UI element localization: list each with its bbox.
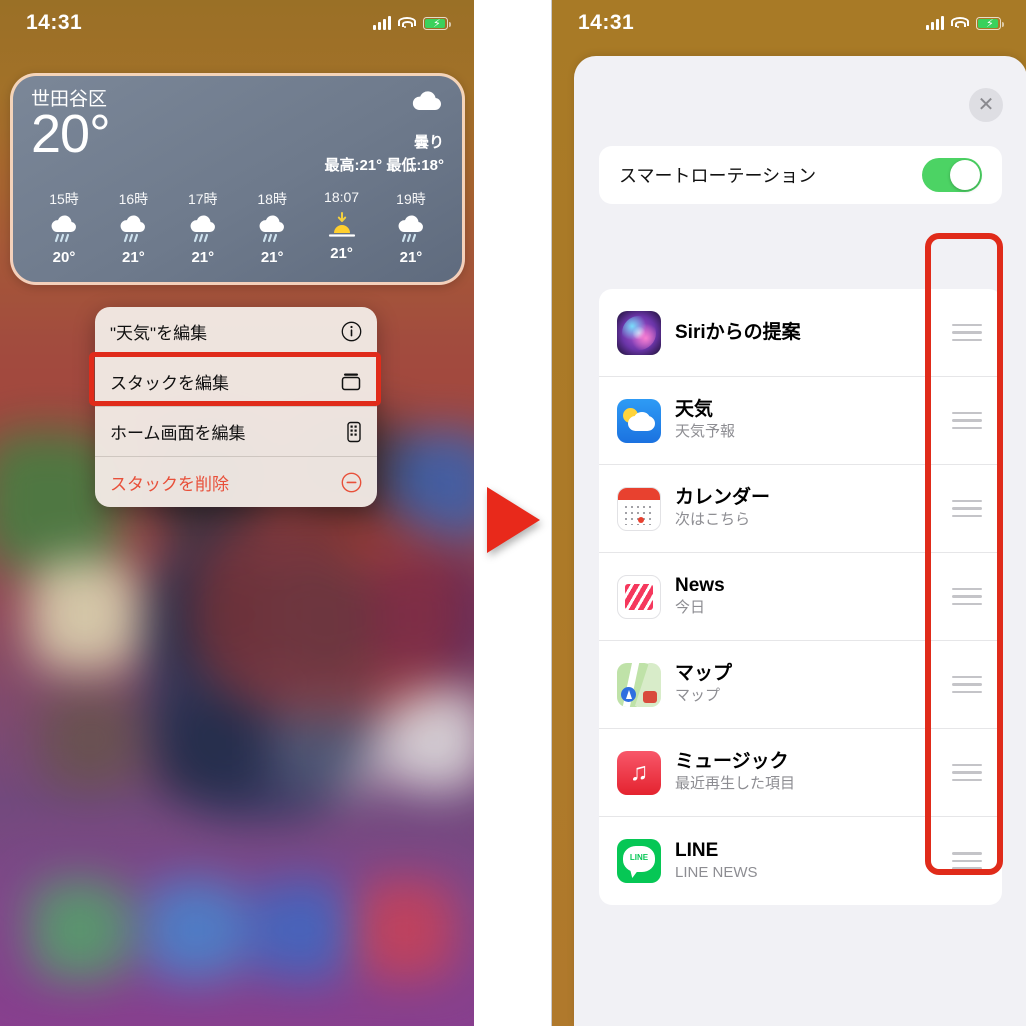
cloud-icon: [410, 90, 444, 117]
weather-hour-item: 15時 20°: [31, 189, 97, 266]
list-item-subtitle: LINE NEWS: [675, 863, 758, 881]
list-item-title: News: [675, 575, 725, 597]
weather-temperature: 20°: [31, 103, 111, 164]
weather-hour-item: 19時 21°: [378, 189, 444, 266]
minus-circle-icon: [336, 472, 362, 493]
highlight-box-edit-stack: [89, 352, 381, 406]
hour-temp: 21°: [191, 248, 215, 266]
line-app-icon: LINE: [617, 839, 661, 883]
hour-temp: 21°: [260, 248, 284, 266]
cellular-bars-icon: [373, 16, 391, 30]
list-item-title: Siriからの提案: [675, 321, 801, 343]
cellular-bars-icon: [926, 16, 944, 30]
hour-label: 17時: [187, 190, 218, 207]
weather-widget-container[interactable]: 世田谷区 20° 曇り 最高:21° 最低:18° 15時 20° 16時 21…: [10, 73, 465, 285]
hour-label: 15時: [49, 190, 79, 207]
wifi-icon: [951, 16, 969, 30]
weather-hourly-list: 15時 20° 16時 21° 17時 21° 18時 21° 18:07 21…: [31, 189, 444, 266]
list-item-text: Siriからの提案: [675, 322, 944, 344]
weather-hour-item: 16時 21°: [100, 189, 166, 266]
phone-edit-icon: [336, 421, 362, 443]
weather-hour-item: 18時 21°: [239, 189, 305, 266]
screenshot-stage: 14:31 ⚡ 世田谷区 20° 曇り 最高:21° 最低:18° 15時 20…: [0, 0, 1026, 1026]
smart-rotation-label: スマートローテーション: [619, 166, 817, 186]
hour-temp: 20°: [52, 248, 76, 266]
hour-label: 16時: [118, 190, 149, 207]
close-button[interactable]: ✕: [969, 88, 1003, 122]
rain-cloud-icon: [256, 213, 288, 247]
context-menu-item-edit-home-screen[interactable]: ホーム画面を編集: [95, 407, 377, 457]
highlight-box-drag-handles: [925, 233, 1003, 875]
list-item-subtitle: マップ: [675, 687, 721, 705]
status-time: 14:31: [26, 11, 83, 34]
rain-cloud-icon: [187, 213, 219, 247]
context-menu-item-label: "天気"を編集: [110, 324, 208, 343]
hour-label: 18時: [257, 190, 287, 207]
right-status-bar: 14:31 ⚡: [552, 0, 1026, 46]
widget-context-menu[interactable]: "天気"を編集 スタックを編集 ホーム画面を編集 スタックを削除: [95, 307, 377, 507]
list-item-title: マップ: [675, 663, 733, 685]
list-item-text: News 今日: [675, 575, 944, 618]
weather-hour-item: 17時 21°: [170, 189, 236, 266]
news-app-icon: [617, 574, 661, 619]
weather-widget[interactable]: 世田谷区 20° 曇り 最高:21° 最低:18° 15時 20° 16時 21…: [13, 76, 462, 282]
calendar-app-icon: [617, 486, 661, 531]
list-item-subtitle: 最近再生した項目: [675, 775, 796, 793]
list-item-text: LINE LINE NEWS: [675, 840, 944, 883]
rain-cloud-icon: [395, 213, 427, 247]
list-item-subtitle: 次はこちら: [675, 511, 751, 529]
wifi-icon: [398, 16, 416, 30]
list-item-title: LINE: [675, 839, 719, 861]
weather-hour-item: 18:07 21°: [309, 189, 375, 266]
weather-primary: 世田谷区 20°: [31, 89, 111, 175]
weather-high-low: 最高:21° 最低:18°: [324, 156, 444, 174]
play-triangle-arrow-icon: [487, 487, 540, 553]
status-indicators: ⚡: [373, 16, 451, 30]
hour-temp: 21°: [399, 248, 423, 266]
list-item-text: 天気 天気予報: [675, 399, 944, 442]
context-menu-item-label: ホーム画面を編集: [110, 424, 246, 443]
context-menu-item-delete-stack[interactable]: スタックを削除: [95, 457, 377, 507]
list-item-title: カレンダー: [675, 487, 771, 509]
context-menu-item-label: スタックを削除: [110, 474, 229, 494]
close-icon: ✕: [977, 94, 995, 116]
context-menu-item-edit-weather[interactable]: "天気"を編集: [95, 307, 377, 357]
hour-label: 18:07: [324, 188, 360, 205]
smart-rotation-toggle[interactable]: [922, 158, 982, 192]
battery-charging-icon: ⚡: [423, 16, 451, 30]
hour-label: 19時: [396, 190, 426, 207]
maps-app-icon: [617, 662, 661, 707]
list-item-text: マップ マップ: [675, 663, 944, 706]
weather-widget-highlight-frame: 世田谷区 20° 曇り 最高:21° 最低:18° 15時 20° 16時 21…: [10, 73, 465, 285]
status-indicators: ⚡: [926, 16, 1004, 30]
list-item-text: ミュージック 最近再生した項目: [675, 751, 944, 794]
left-phone-screen: 14:31 ⚡ 世田谷区 20° 曇り 最高:21° 最低:18° 15時 20…: [0, 0, 474, 1026]
left-status-bar: 14:31 ⚡: [0, 0, 474, 46]
hour-temp: 21°: [330, 244, 353, 262]
info-circle-icon: [336, 321, 362, 342]
list-item-title: 天気: [675, 399, 714, 421]
smart-rotation-row[interactable]: スマートローテーション: [599, 146, 1002, 204]
weather-widget-top: 世田谷区 20° 曇り 最高:21° 最低:18°: [31, 89, 444, 175]
toggle-knob: [950, 160, 980, 190]
rain-cloud-icon: [117, 213, 149, 247]
list-item-title: ミュージック: [675, 751, 789, 773]
battery-charging-icon: ⚡: [976, 16, 1004, 30]
list-item-subtitle: 今日: [675, 599, 706, 617]
weather-app-icon: [617, 398, 661, 443]
weather-secondary: 曇り 最高:21° 最低:18°: [324, 90, 444, 175]
list-item-text: カレンダー 次はこちら: [675, 487, 944, 530]
rain-cloud-icon: [48, 213, 80, 247]
music-app-icon: ♫: [617, 750, 661, 795]
sunset-icon: [326, 209, 358, 243]
hour-temp: 21°: [122, 248, 145, 266]
list-item-subtitle: 天気予報: [675, 423, 736, 441]
weather-condition: 曇り: [413, 134, 444, 151]
siri-suggestions-app-icon: [617, 310, 661, 355]
status-time: 14:31: [578, 11, 635, 34]
